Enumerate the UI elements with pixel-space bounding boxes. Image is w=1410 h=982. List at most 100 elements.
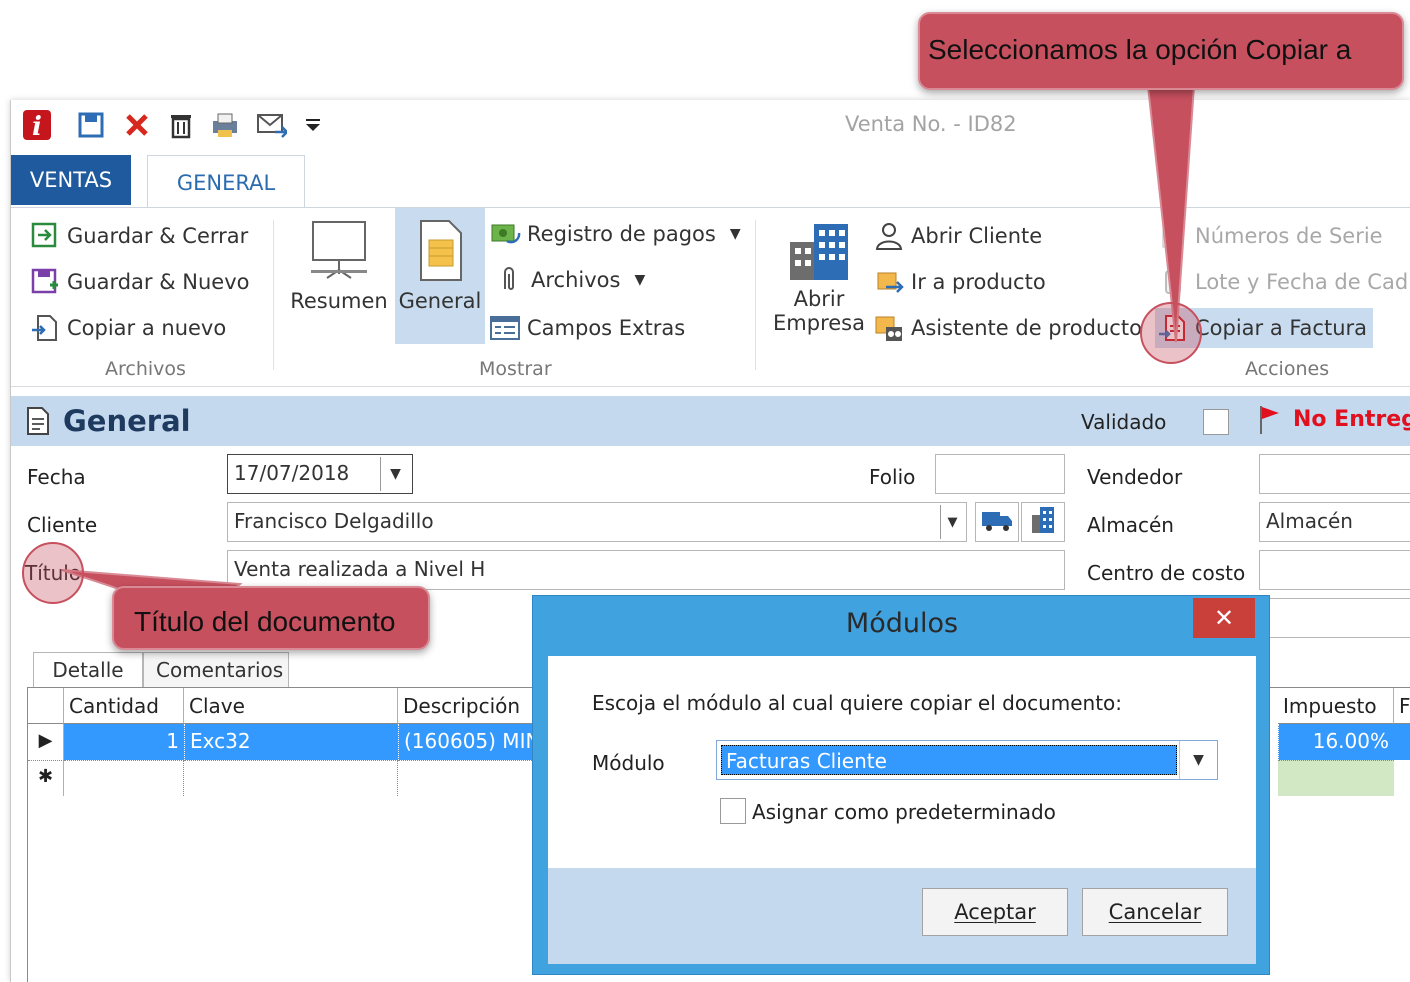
abrir-cliente-button[interactable]: Abrir Cliente bbox=[873, 220, 1042, 252]
delivery-truck-button[interactable] bbox=[975, 502, 1019, 542]
accept-button[interactable]: Aceptar bbox=[922, 888, 1068, 936]
extra-fields-icon bbox=[489, 312, 521, 344]
cell-cantidad[interactable]: 1 bbox=[64, 724, 184, 760]
group-label-acciones: Acciones bbox=[1245, 358, 1330, 380]
dialog-title: Módulos bbox=[845, 608, 959, 639]
tab-detalle[interactable]: Detalle bbox=[33, 652, 143, 688]
chevron-down-icon[interactable]: ▼ bbox=[634, 272, 645, 288]
cell-more[interactable] bbox=[1394, 724, 1410, 760]
whiteboard-icon bbox=[307, 218, 371, 289]
flag-icon bbox=[1257, 404, 1283, 440]
column-header-clave[interactable]: Clave bbox=[184, 688, 398, 724]
page-title: General bbox=[63, 404, 191, 438]
campos-extras-button[interactable]: Campos Extras bbox=[489, 312, 685, 344]
payments-icon bbox=[489, 218, 521, 250]
copiar-nuevo-button[interactable]: Copiar a nuevo bbox=[29, 312, 226, 344]
module-selected-value: Facturas Cliente bbox=[721, 745, 1177, 775]
general-view-button[interactable]: General bbox=[395, 208, 485, 344]
numeros-serie-label: Números de Serie bbox=[1195, 224, 1383, 248]
copy-new-icon bbox=[29, 312, 61, 344]
lote-fecha-label: Lote y Fecha de Cad bbox=[1195, 270, 1409, 294]
registro-pagos-label: Registro de pagos bbox=[527, 222, 716, 246]
extra-field[interactable] bbox=[1259, 598, 1410, 638]
module-label: Módulo bbox=[592, 751, 665, 775]
tab-ventas[interactable]: VENTAS bbox=[11, 155, 131, 205]
folio-field[interactable] bbox=[935, 454, 1065, 494]
trash-icon[interactable] bbox=[165, 108, 197, 142]
validado-label: Validado bbox=[1081, 410, 1167, 434]
ir-producto-button[interactable]: Ir a producto bbox=[873, 266, 1046, 298]
column-header-cantidad[interactable]: Cantidad bbox=[64, 688, 184, 724]
delete-x-icon[interactable] bbox=[121, 108, 153, 142]
email-icon[interactable] bbox=[255, 108, 287, 142]
paperclip-icon bbox=[493, 264, 525, 296]
status-badge: No Entreg bbox=[1293, 407, 1410, 432]
current-row-marker: ▶ bbox=[28, 724, 64, 760]
almacen-label: Almacén bbox=[1087, 513, 1174, 537]
highlight-circle-titulo bbox=[22, 542, 84, 604]
new-cell-clave[interactable] bbox=[184, 760, 398, 796]
module-select[interactable]: Facturas Cliente ▼ bbox=[716, 740, 1218, 780]
vendedor-field[interactable] bbox=[1259, 454, 1410, 494]
ir-producto-label: Ir a producto bbox=[911, 270, 1046, 294]
fecha-label: Fecha bbox=[27, 465, 86, 489]
column-header-descripcion[interactable]: Descripción bbox=[398, 688, 538, 724]
general-view-label: General bbox=[398, 289, 482, 313]
group-label-mostrar: Mostrar bbox=[479, 358, 552, 380]
document-form-icon bbox=[415, 218, 465, 289]
almacen-field[interactable]: Almacén bbox=[1259, 502, 1410, 542]
tab-comentarios[interactable]: Comentarios bbox=[143, 652, 289, 688]
chevron-down-icon[interactable]: ▼ bbox=[380, 457, 410, 491]
column-header-more[interactable]: F bbox=[1394, 688, 1410, 724]
validado-checkbox[interactable] bbox=[1203, 409, 1229, 435]
fecha-field[interactable]: 17/07/2018 ▼ bbox=[227, 454, 413, 494]
group-label-archivos: Archivos bbox=[105, 358, 186, 380]
save-icon[interactable] bbox=[75, 108, 107, 142]
print-icon[interactable] bbox=[209, 108, 241, 142]
dialog-prompt: Escoja el módulo al cual quiere copiar e… bbox=[592, 691, 1123, 715]
tab-general[interactable]: GENERAL bbox=[147, 155, 305, 209]
resumen-button[interactable]: Resumen bbox=[289, 218, 389, 313]
group-separator bbox=[273, 220, 274, 370]
new-cell-descripcion[interactable] bbox=[398, 760, 538, 796]
registro-pagos-button[interactable]: Registro de pagos ▼ bbox=[489, 218, 741, 250]
document-icon bbox=[25, 406, 51, 440]
save-new-icon bbox=[29, 266, 61, 298]
cell-impuesto[interactable]: 16.00% bbox=[1278, 724, 1394, 760]
dropdown-arrow-icon[interactable] bbox=[297, 108, 329, 142]
cliente-label: Cliente bbox=[27, 513, 98, 537]
centro-costo-field[interactable] bbox=[1259, 550, 1410, 590]
highlight-circle-copiar bbox=[1140, 302, 1202, 364]
cliente-field[interactable]: Francisco Delgadillo ▼ bbox=[227, 502, 967, 542]
product-wizard-icon bbox=[873, 312, 905, 344]
default-checkbox[interactable] bbox=[720, 798, 746, 824]
group-separator bbox=[755, 220, 756, 370]
cancel-label: Cancelar bbox=[1108, 900, 1202, 924]
chevron-down-icon[interactable]: ▼ bbox=[730, 226, 741, 242]
archivos-attach-button[interactable]: Archivos ▼ bbox=[493, 264, 645, 296]
abrir-empresa-button[interactable]: Abrir Empresa bbox=[769, 220, 869, 335]
product-arrow-icon bbox=[873, 266, 905, 298]
chevron-down-icon[interactable]: ▼ bbox=[1179, 741, 1217, 779]
cell-descripcion[interactable]: (160605) MIN bbox=[398, 724, 538, 760]
new-cell-cantidad[interactable] bbox=[64, 760, 184, 796]
column-header-impuesto[interactable]: Impuesto bbox=[1278, 688, 1394, 724]
app-logo-icon[interactable]: i bbox=[21, 108, 53, 142]
fecha-value: 17/07/2018 bbox=[234, 461, 350, 485]
cliente-value: Francisco Delgadillo bbox=[234, 509, 434, 533]
copiar-nuevo-label: Copiar a nuevo bbox=[67, 316, 227, 340]
client-icon bbox=[873, 220, 905, 252]
window-title: Venta No. - ID82 bbox=[845, 112, 1017, 136]
cancel-button[interactable]: Cancelar bbox=[1082, 888, 1228, 936]
new-cell-impuesto[interactable] bbox=[1278, 760, 1394, 796]
titulo-field[interactable]: Venta realizada a Nivel H bbox=[227, 550, 1065, 590]
resumen-label: Resumen bbox=[290, 289, 388, 313]
guardar-cerrar-button[interactable]: Guardar & Cerrar bbox=[29, 220, 248, 252]
guardar-nuevo-button[interactable]: Guardar & Nuevo bbox=[29, 266, 250, 298]
chevron-down-icon[interactable]: ▼ bbox=[940, 505, 964, 539]
open-company-button[interactable] bbox=[1021, 502, 1065, 542]
folio-label: Folio bbox=[869, 465, 916, 489]
cell-clave[interactable]: Exc32 bbox=[184, 724, 398, 760]
close-button[interactable]: ✕ bbox=[1193, 598, 1255, 638]
general-header: General Validado No Entreg bbox=[11, 396, 1410, 446]
